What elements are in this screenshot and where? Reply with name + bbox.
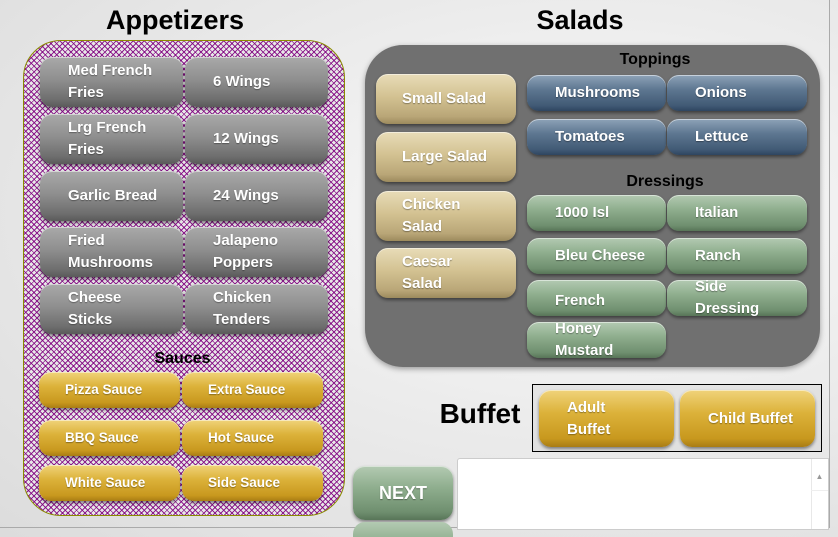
button-label: 1000 Isl	[555, 204, 610, 221]
button-label: Cheese Sticks	[68, 289, 122, 328]
appetizer-button-6-wings[interactable]: 6 Wings	[185, 57, 328, 107]
button-label: Adult Buffet	[567, 398, 611, 438]
button-label: Child Buffet	[708, 409, 793, 427]
button-label: Pizza Sauce	[65, 382, 143, 397]
button-label: NEXT	[378, 482, 427, 503]
salad-button-caesar-salad[interactable]: Caesar Salad	[376, 248, 516, 298]
salad-button-chicken-salad[interactable]: Chicken Salad	[376, 191, 516, 241]
scroll-up-arrow-icon[interactable]: ▲	[811, 459, 828, 491]
buffet-button-adult[interactable]: Adult Buffet	[539, 390, 674, 447]
button-label: BBQ Sauce	[65, 430, 139, 445]
button-label: Chicken Tenders	[213, 289, 272, 328]
order-list[interactable]: ▲	[457, 458, 829, 530]
button-label: Side Sauce	[208, 475, 281, 490]
button-label: Med French Fries	[68, 62, 153, 101]
dressing-button-italian[interactable]: Italian	[667, 195, 807, 231]
button-label: French	[555, 291, 606, 309]
buffet-button-child[interactable]: Child Buffet	[680, 390, 815, 447]
dressing-button-1000-isl[interactable]: 1000 Isl	[527, 195, 666, 231]
dressing-button-side-dressing[interactable]: Side Dressing	[667, 280, 807, 316]
appetizer-button-12-wings[interactable]: 12 Wings	[185, 114, 328, 164]
appetizer-button-chicken-tenders[interactable]: Chicken Tenders	[185, 284, 328, 334]
toppings-title: Toppings	[619, 51, 691, 68]
button-label: Caesar Salad	[402, 253, 453, 292]
button-label: Tomatoes	[555, 128, 625, 145]
appetizers-title: Appetizers	[105, 5, 245, 35]
button-label: Small Salad	[402, 90, 487, 107]
button-label: Lrg French Fries	[68, 119, 147, 158]
appetizer-button-fried-mushrooms[interactable]: Fried Mushrooms	[40, 227, 183, 277]
topping-button-mushrooms[interactable]: Mushrooms	[527, 75, 666, 111]
sauce-button-pizza-sauce[interactable]: Pizza Sauce	[39, 372, 180, 408]
buffet-title: Buffet	[439, 398, 521, 429]
button-label: Bleu Cheese	[555, 247, 646, 264]
appetizer-button-jalapeno-poppers[interactable]: Jalapeno Poppers	[185, 227, 328, 277]
button-label: Italian	[695, 204, 739, 221]
button-label: Side Dressing	[695, 280, 760, 316]
button-label: Garlic Bread	[68, 187, 158, 204]
sauce-button-bbq-sauce[interactable]: BBQ Sauce	[39, 420, 180, 456]
appetizer-button-cheese-sticks[interactable]: Cheese Sticks	[40, 284, 183, 334]
sauce-button-white-sauce[interactable]: White Sauce	[39, 465, 180, 501]
button-label: Onions	[695, 84, 747, 101]
dressing-button-ranch[interactable]: Ranch	[667, 238, 807, 274]
appetizer-button-garlic-bread[interactable]: Garlic Bread	[40, 171, 183, 221]
salad-button-small-salad[interactable]: Small Salad	[376, 74, 516, 124]
button-label: Hot Sauce	[208, 430, 275, 445]
button-label: Jalapeno Poppers	[213, 232, 279, 271]
button-label: Fried Mushrooms	[68, 232, 154, 271]
button-label: Ranch	[695, 247, 741, 264]
sauce-button-hot-sauce[interactable]: Hot Sauce	[182, 420, 323, 456]
button-label: 24 Wings	[213, 187, 279, 204]
dressing-button-french[interactable]: French	[527, 280, 666, 316]
appetizer-button-med-french-fries[interactable]: Med French Fries	[40, 57, 183, 107]
appetizer-button-lrg-french-fries[interactable]: Lrg French Fries	[40, 114, 183, 164]
secondary-action-button[interactable]	[353, 522, 453, 537]
topping-button-tomatoes[interactable]: Tomatoes	[527, 119, 666, 155]
dressing-button-bleu-cheese[interactable]: Bleu Cheese	[527, 238, 666, 274]
sauce-button-side-sauce[interactable]: Side Sauce	[182, 465, 323, 501]
topping-button-lettuce[interactable]: Lettuce	[667, 119, 807, 155]
button-label: 6 Wings	[213, 73, 271, 90]
appetizer-button-24-wings[interactable]: 24 Wings	[185, 171, 328, 221]
button-label: Extra Sauce	[208, 382, 286, 397]
next-button[interactable]: NEXT	[353, 466, 453, 520]
button-label: Lettuce	[695, 128, 749, 145]
button-label: Mushrooms	[555, 84, 641, 101]
dressing-button-honey-mustard[interactable]: Honey Mustard	[527, 322, 666, 358]
sauce-button-extra-sauce[interactable]: Extra Sauce	[182, 372, 323, 408]
button-label: Chicken Salad	[402, 196, 461, 235]
salad-button-large-salad[interactable]: Large Salad	[376, 132, 516, 182]
dressings-title: Dressings	[626, 173, 704, 190]
button-label: Large Salad	[402, 148, 488, 165]
button-label: 12 Wings	[213, 130, 279, 147]
button-label: White Sauce	[65, 475, 146, 490]
topping-button-onions[interactable]: Onions	[667, 75, 807, 111]
sauces-title: Sauces	[154, 350, 211, 367]
button-label: Honey Mustard	[555, 322, 614, 358]
salads-title: Salads	[536, 5, 624, 35]
